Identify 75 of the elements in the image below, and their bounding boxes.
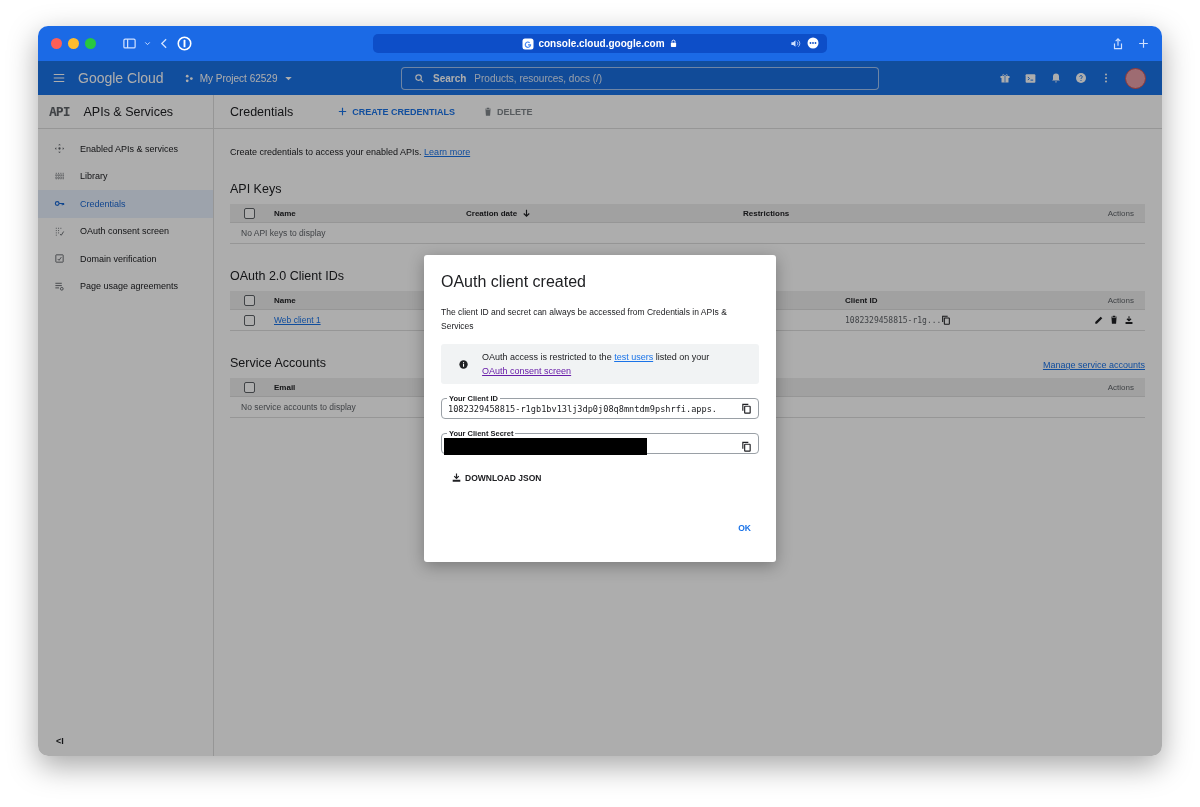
column-header: Actions: [1065, 291, 1145, 310]
ok-button[interactable]: OK: [730, 519, 759, 537]
window-control[interactable]: [85, 38, 96, 49]
copy-icon[interactable]: [741, 403, 752, 414]
column-header: Actions: [1065, 378, 1145, 397]
speaker-icon[interactable]: [790, 37, 801, 49]
password-manager-icon[interactable]: [177, 36, 192, 51]
dialog-title: OAuth client created: [441, 273, 587, 291]
sidebar-title: APIs & Services: [83, 104, 174, 119]
edit-icon[interactable]: [1094, 315, 1104, 325]
search-field[interactable]: Search Products, resources, docs (/): [401, 66, 879, 90]
checkbox[interactable]: [244, 207, 255, 219]
download-json-button[interactable]: DOWNLOAD JSON: [441, 468, 552, 487]
sidebar-item[interactable]: Library: [38, 162, 213, 190]
copy-icon[interactable]: [741, 441, 752, 452]
bell-icon[interactable]: [1050, 72, 1062, 84]
more-icon[interactable]: [807, 37, 819, 49]
checkbox-icon: [54, 253, 65, 265]
notice-text: OAuth access is restricted to the test users listed on your OAuth consent screen: [482, 351, 711, 378]
sidebar-item[interactable]: Credentials: [38, 190, 213, 218]
collapse-button[interactable]: <I: [38, 736, 213, 756]
column-header: Name: [274, 204, 466, 223]
address-field[interactable]: console.cloud.google.com: [373, 34, 827, 53]
notice-link[interactable]: OAuth consent screen: [482, 366, 572, 376]
sidebar-item[interactable]: Domain verification: [38, 245, 213, 273]
grid-icon: [54, 170, 65, 182]
section-title: Service Accounts: [230, 356, 326, 370]
checkbox[interactable]: [244, 381, 255, 393]
checkbox[interactable]: [244, 294, 255, 306]
section-title: OAuth 2.0 Client IDs: [230, 269, 344, 283]
checklist-icon: [54, 225, 65, 237]
share-icon[interactable]: [1111, 36, 1125, 51]
google-icon: [522, 37, 535, 50]
manage-link[interactable]: Manage service accounts: [1042, 360, 1145, 370]
sidebar-item[interactable]: Page usage agreements: [38, 272, 213, 300]
empty-message: No API keys to display: [230, 223, 1145, 244]
gift-icon[interactable]: [999, 72, 1011, 84]
sidebar-item[interactable]: Enabled APIs & services: [38, 135, 213, 163]
trash-icon[interactable]: [1109, 315, 1119, 325]
window-control[interactable]: [68, 38, 79, 49]
section-title: API Keys: [230, 182, 282, 196]
download-icon[interactable]: [1124, 315, 1134, 325]
hub-icon: [54, 143, 65, 155]
trash-icon: [483, 106, 494, 117]
avatar[interactable]: [1125, 67, 1146, 89]
sidebar-icon[interactable]: [122, 36, 137, 51]
column-header: Actions: [1065, 204, 1145, 223]
terminal-icon[interactable]: [1024, 71, 1037, 85]
client-id-text: 1082329458815-r1g...: [845, 315, 942, 325]
copy-icon[interactable]: [941, 315, 952, 325]
download-icon: [451, 472, 462, 483]
api-logo-text: API: [49, 104, 70, 119]
page-title: Credentials: [230, 104, 294, 119]
new-tab-icon[interactable]: [1137, 37, 1150, 50]
client-name-link[interactable]: Web client 1: [274, 315, 321, 325]
checkbox[interactable]: [244, 314, 255, 326]
intro-text: Create credentials to access your enabled APIs. Learn more: [230, 147, 472, 157]
chevron-down-icon[interactable]: [143, 39, 152, 48]
project-picker[interactable]: My Project 62529: [183, 71, 296, 85]
help-icon[interactable]: [1075, 72, 1087, 84]
notice-link[interactable]: test users: [614, 352, 654, 362]
project-icon: [183, 72, 195, 84]
list-settings-icon: [54, 280, 65, 292]
search-icon: [414, 72, 425, 84]
lock-icon: [668, 39, 678, 48]
column-header: Creation date: [466, 204, 743, 223]
plus-icon: [337, 106, 349, 117]
column-header: Client ID: [845, 291, 1065, 310]
learn-more-link[interactable]: Learn more: [424, 147, 471, 157]
create-credentials-button[interactable]: CREATE CREDENTIALS: [335, 104, 458, 119]
column-header: Restrictions: [743, 204, 1065, 223]
info-icon: [459, 358, 469, 370]
url-text: console.cloud.google.com: [538, 38, 665, 49]
menu-icon[interactable]: [52, 71, 66, 85]
logo-text[interactable]: Google Cloud: [78, 70, 164, 86]
